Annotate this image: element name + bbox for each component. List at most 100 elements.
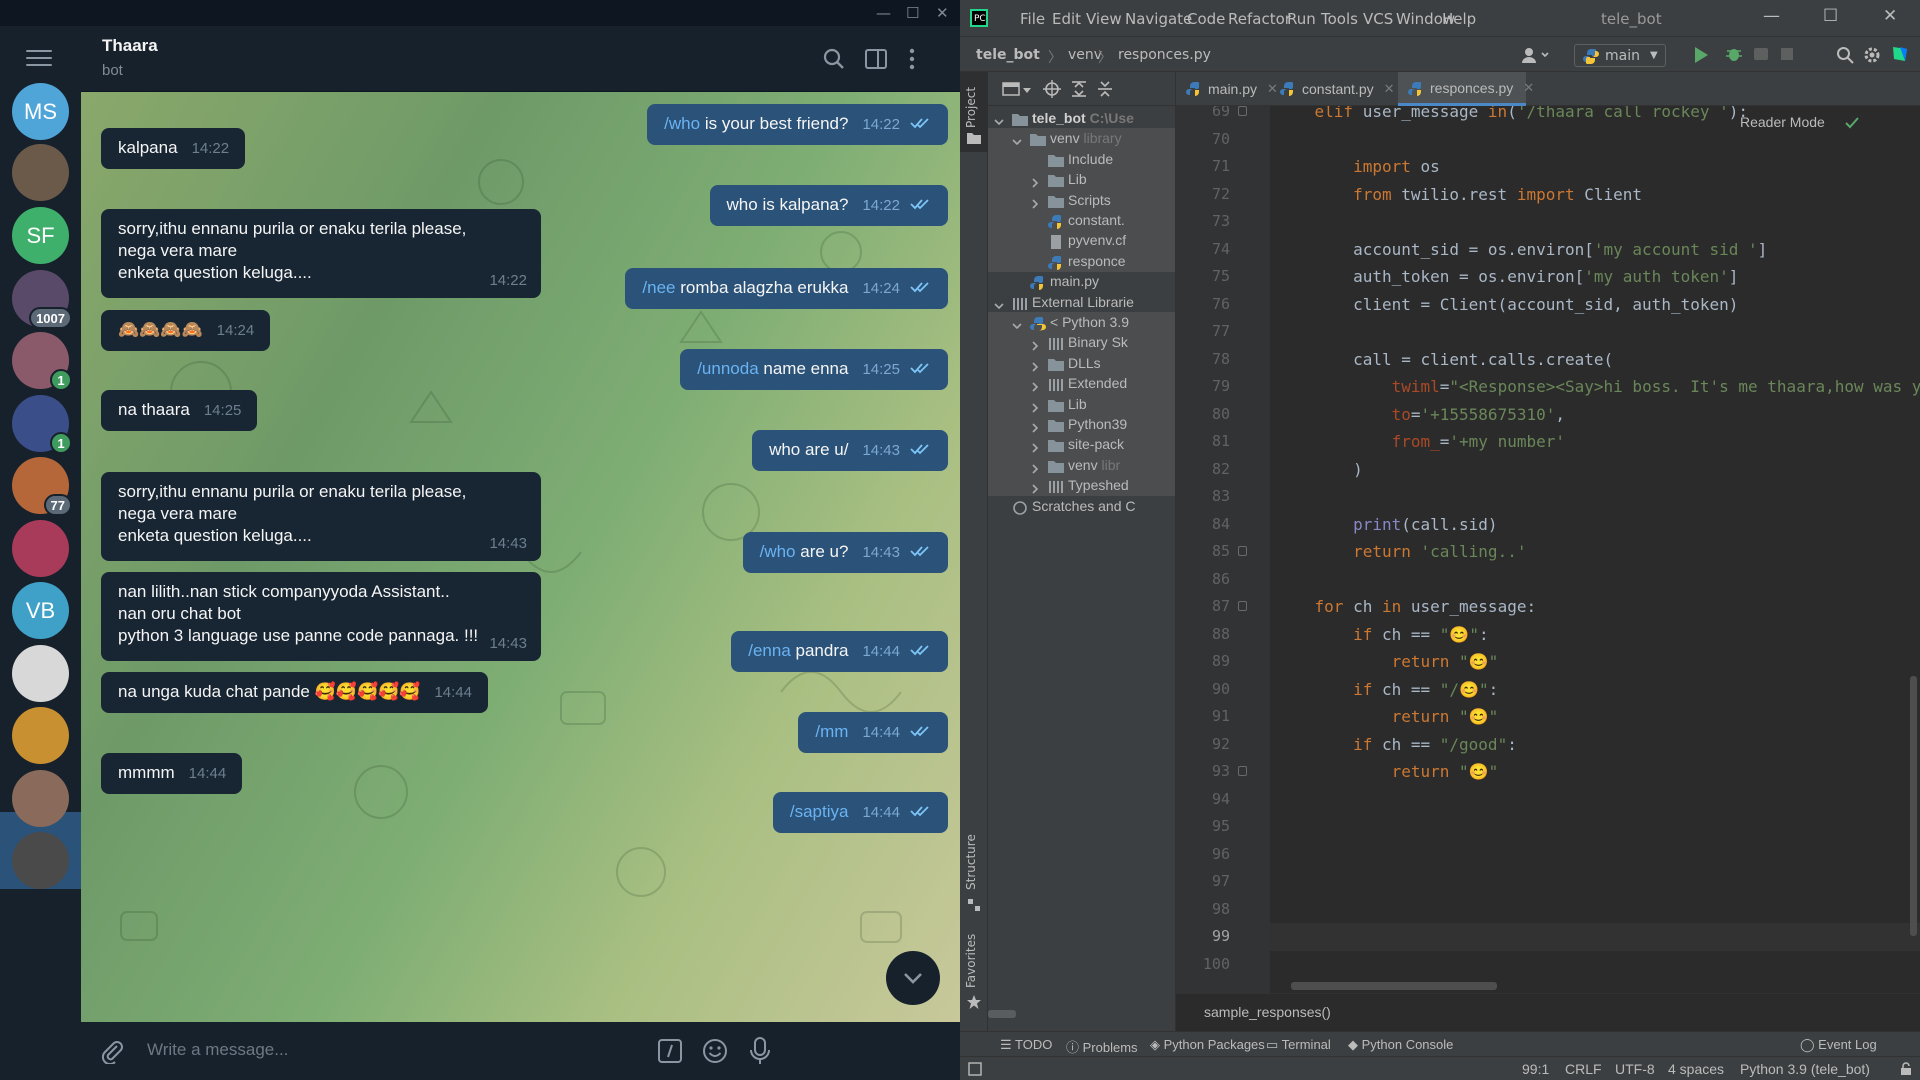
menu-file[interactable]: File [1020,10,1045,28]
terminal-tab[interactable]: ▭ Terminal [1266,1037,1331,1053]
line-number[interactable]: 96 [1176,841,1230,869]
outgoing-message[interactable]: /mm 14:44 [798,712,948,753]
tree-item[interactable]: Python39 [988,414,1175,435]
chevron-right-icon[interactable] [1030,359,1040,372]
line-number[interactable]: 87 [1176,593,1230,621]
maximize-icon[interactable]: ☐ [906,4,919,22]
tree-item[interactable]: Binary Sk [988,332,1175,354]
code-line[interactable]: twiml="<Response><Say>hi boss. It's me t… [1276,373,1920,401]
method-breadcrumb[interactable]: sample_responses() [1204,1004,1331,1020]
line-number[interactable]: 82 [1176,456,1230,484]
chat-avatar[interactable] [12,770,69,827]
incoming-message[interactable]: na thaara 14:25 [101,390,258,431]
chevron-down-icon[interactable] [994,114,1004,126]
menu-help[interactable]: Help [1442,10,1476,28]
chat-avatar[interactable]: 1 [12,332,72,391]
code-line[interactable]: if ch == "😊": [1276,621,1489,649]
code-line[interactable]: from_='+my number' [1276,428,1565,456]
line-number[interactable]: 81 [1176,428,1230,456]
python-console-tab[interactable]: ◆ Python Console [1348,1037,1453,1053]
line-number[interactable]: 85 [1176,538,1230,566]
chevron-right-icon[interactable] [1030,440,1040,453]
tree-item[interactable]: Scripts [988,189,1175,211]
chat-avatar[interactable] [12,520,69,577]
tree-item[interactable]: < Python 3.9 [988,312,1175,333]
menu-code[interactable]: Code [1187,10,1225,28]
chat-avatar[interactable]: 1 [12,395,72,454]
chevron-down-icon[interactable] [1012,134,1022,146]
project-tool-tab[interactable]: Project [964,87,978,128]
breadcrumb-file[interactable]: responces.py [1118,47,1211,63]
chat-avatar[interactable]: 1007 [12,270,72,329]
outgoing-message[interactable]: /nee romba alagzha erukka 14:24 [625,268,948,309]
tree-item[interactable]: tele_bot C:\Use [988,108,1175,129]
line-number[interactable]: 86 [1176,566,1230,594]
fold-marker-icon[interactable] [1238,766,1247,776]
tree-item[interactable]: responce [988,250,1175,272]
line-separator[interactable]: CRLF [1565,1061,1602,1077]
line-number[interactable]: 94 [1176,786,1230,814]
menu-refactor[interactable]: Refactor [1228,10,1291,28]
chat-avatar[interactable]: SF [12,207,69,264]
chat-avatar[interactable] [12,707,69,764]
menu-icon[interactable] [26,50,52,68]
close-icon[interactable]: ✕ [1883,6,1897,26]
indent-setting[interactable]: 4 spaces [1668,1061,1724,1077]
code-line[interactable]: auth_token = os.environ['my auth token'] [1276,263,1738,291]
code-line[interactable]: return "😊" [1276,758,1499,786]
menu-vcs[interactable]: VCS [1363,10,1393,28]
menu-tools[interactable]: Tools [1321,10,1358,28]
code-line[interactable]: call = client.calls.create( [1276,346,1613,374]
code-line[interactable]: ) [1276,456,1363,484]
line-number[interactable]: 93 [1176,758,1230,786]
chevron-down-icon[interactable] [1012,318,1022,330]
chevron-right-icon[interactable] [1030,175,1040,188]
maximize-icon[interactable]: ☐ [1823,6,1838,26]
tree-item[interactable]: main.py [988,271,1175,292]
bot-command-link[interactable]: /nee [642,278,675,297]
sidebar-toggle-icon[interactable] [863,46,889,72]
chat-avatar[interactable] [12,832,69,889]
chevron-right-icon[interactable] [1030,196,1040,209]
code-line[interactable]: return "😊" [1276,703,1499,731]
editor-horizontal-scrollbar[interactable] [1291,982,1497,990]
line-number[interactable]: 76 [1176,291,1230,319]
outgoing-message[interactable]: /enna pandra 14:44 [731,631,948,672]
python-packages-tab[interactable]: ◈ Python Packages [1150,1037,1265,1053]
todo-tab[interactable]: ☰ TODO [1000,1037,1052,1053]
tree-item[interactable]: Scratches and C [988,496,1175,517]
fold-marker-icon[interactable] [1238,546,1247,556]
collapse-all-icon[interactable] [1096,80,1114,98]
chevron-right-icon[interactable] [1030,400,1040,413]
problems-tab[interactable]: ⓘ Problems [1066,1037,1138,1056]
tree-item[interactable]: site-pack [988,434,1175,456]
code-line[interactable]: if ch == "/good": [1276,731,1517,759]
code-line[interactable]: client = Client(account_sid, auth_token) [1276,291,1738,319]
message-input[interactable]: Write a message... [147,1040,288,1060]
line-number[interactable]: 95 [1176,813,1230,841]
tree-item[interactable]: DLLs [988,352,1175,374]
favorites-tool-tab[interactable]: Favorites [964,934,978,988]
coverage-icon[interactable] [1752,45,1770,63]
chevron-right-icon[interactable] [1030,420,1040,433]
code-line[interactable]: import os [1276,153,1440,181]
bot-command-link[interactable]: /mm [815,722,848,741]
tree-item[interactable]: Extended [988,373,1175,395]
jetbrains-toolbox-icon[interactable] [1891,45,1909,63]
outgoing-message[interactable]: /saptiya 14:44 [772,792,948,833]
line-number[interactable]: 84 [1176,511,1230,539]
minimize-icon[interactable]: — [1763,6,1780,26]
chevron-down-icon[interactable] [994,298,1004,310]
close-icon[interactable]: ✕ [936,4,949,22]
emoji-icon[interactable] [702,1038,728,1064]
editor-tab[interactable]: responces.py ✕ [1398,72,1534,106]
tree-item[interactable]: Lib [988,169,1175,191]
chevron-right-icon[interactable] [1030,481,1040,494]
editor-vertical-scrollbar[interactable] [1910,676,1917,936]
user-icon[interactable] [1520,46,1552,64]
editor-tab[interactable]: main.py ✕ [1176,72,1278,106]
bot-command-link[interactable]: /unnoda [697,359,758,378]
line-number[interactable]: 83 [1176,483,1230,511]
chevron-right-icon[interactable] [1030,461,1040,474]
tree-item[interactable]: venv libr [988,454,1175,476]
